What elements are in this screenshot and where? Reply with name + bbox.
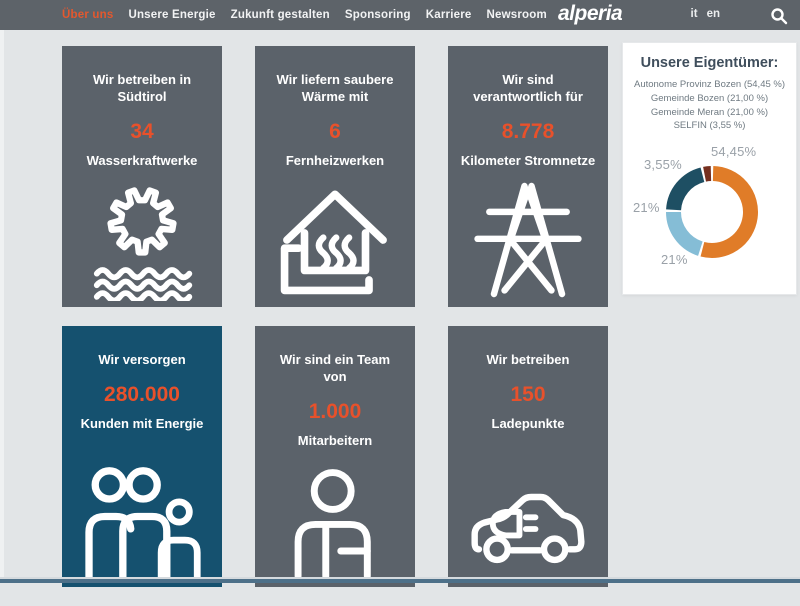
stat-label: Ladepunkte: [460, 416, 596, 431]
lang-it-link[interactable]: it: [691, 8, 698, 20]
nav-item-karriere[interactable]: Karriere: [426, 9, 472, 21]
stat-card-wasserkraftwerke: Wir betreiben in Südtirol 34 Wasserkraft…: [62, 46, 222, 307]
stat-heading: Wir liefern saubere Wärme mit: [267, 72, 403, 106]
nav-item-ueber-uns[interactable]: Über uns: [62, 9, 113, 21]
owners-legend: Autonome Provinz Bozen (54,45 %) Gemeind…: [632, 78, 787, 133]
nav-item-zukunft-gestalten[interactable]: Zukunft gestalten: [231, 9, 330, 21]
stat-heading: Wir betreiben in Südtirol: [74, 72, 210, 106]
language-switcher: it en: [691, 8, 720, 20]
nav-item-unsere-energie[interactable]: Unsere Energie: [128, 9, 215, 21]
main-nav: Über uns Unsere Energie Zukunft gestalte…: [0, 0, 800, 30]
stat-heading: Wir sind ein Team von: [267, 352, 403, 386]
stat-card-mitarbeiter: Wir sind ein Team von 1.000 Mitarbeitern: [255, 326, 415, 587]
stat-heading: Wir betreiben: [460, 352, 596, 369]
stat-value: 34: [74, 120, 210, 144]
power-pylon-icon: [460, 179, 596, 301]
nav-item-newsroom[interactable]: Newsroom: [486, 9, 546, 21]
electric-car-icon: [460, 477, 596, 581]
owners-legend-line-bozen: Gemeinde Bozen (21,00 %): [632, 92, 787, 106]
family-icon: [74, 461, 210, 581]
water-turbine-icon: [74, 179, 210, 301]
nav-item-sponsoring[interactable]: Sponsoring: [345, 9, 411, 21]
stat-heading: Wir versorgen: [74, 352, 210, 369]
alperia-logo[interactable]: alperia: [558, 2, 622, 26]
stat-label: Kilometer Stromnetze: [460, 153, 596, 168]
stat-label: Wasserkraftwerke: [74, 153, 210, 168]
owners-legend-line-provinz: Autonome Provinz Bozen (54,45 %): [632, 78, 787, 92]
owners-legend-line-meran: Gemeinde Meran (21,00 %): [632, 106, 787, 120]
stat-value: 1.000: [267, 400, 403, 424]
stat-value: 150: [460, 383, 596, 407]
stat-card-ladepunkte: Wir betreiben 150 Ladepunkte: [448, 326, 608, 587]
stats-row-1: Wir betreiben in Südtirol 34 Wasserkraft…: [62, 46, 608, 307]
stat-value: 8.778: [460, 120, 596, 144]
nav-menu: Über uns Unsere Energie Zukunft gestalte…: [62, 9, 547, 21]
donut-label-meran: 21%: [633, 200, 660, 215]
owners-title: Unsere Eigentümer:: [631, 55, 788, 71]
donut-label-provinz: 54,45%: [711, 144, 756, 159]
stat-value: 280.000: [74, 383, 210, 407]
owners-donut-chart: 54,45% 21% 21% 3,55%: [623, 134, 796, 281]
lang-en-link[interactable]: en: [707, 8, 720, 20]
donut-label-bozen: 21%: [661, 252, 688, 267]
search-icon: [770, 7, 788, 25]
next-section-edge: [0, 579, 800, 583]
stat-label: Mitarbeitern: [267, 433, 403, 448]
owners-card: Unsere Eigentümer: Autonome Provinz Boze…: [622, 42, 797, 295]
stat-label: Kunden mit Energie: [74, 416, 210, 431]
stats-row-2: Wir versorgen 280.000 Kunden mit Energie…: [62, 326, 608, 587]
owners-legend-line-selfin: SELFIN (3,55 %): [632, 119, 787, 133]
stat-heading: Wir sind verantwortlich für: [460, 72, 596, 106]
search-button[interactable]: [768, 5, 790, 27]
donut-label-selfin: 3,55%: [644, 157, 682, 172]
window-left-edge: [0, 30, 4, 583]
district-heating-icon: [267, 179, 403, 301]
employee-icon: [267, 461, 403, 581]
stat-card-stromnetze: Wir sind verantwortlich für 8.778 Kilome…: [448, 46, 608, 307]
stat-label: Fernheizwerken: [267, 153, 403, 168]
stat-value: 6: [267, 120, 403, 144]
stat-card-fernheizwerke: Wir liefern saubere Wärme mit 6 Fernheiz…: [255, 46, 415, 307]
stat-card-kunden: Wir versorgen 280.000 Kunden mit Energie: [62, 326, 222, 587]
stats-section: Wir betreiben in Südtirol 34 Wasserkraft…: [62, 46, 608, 606]
